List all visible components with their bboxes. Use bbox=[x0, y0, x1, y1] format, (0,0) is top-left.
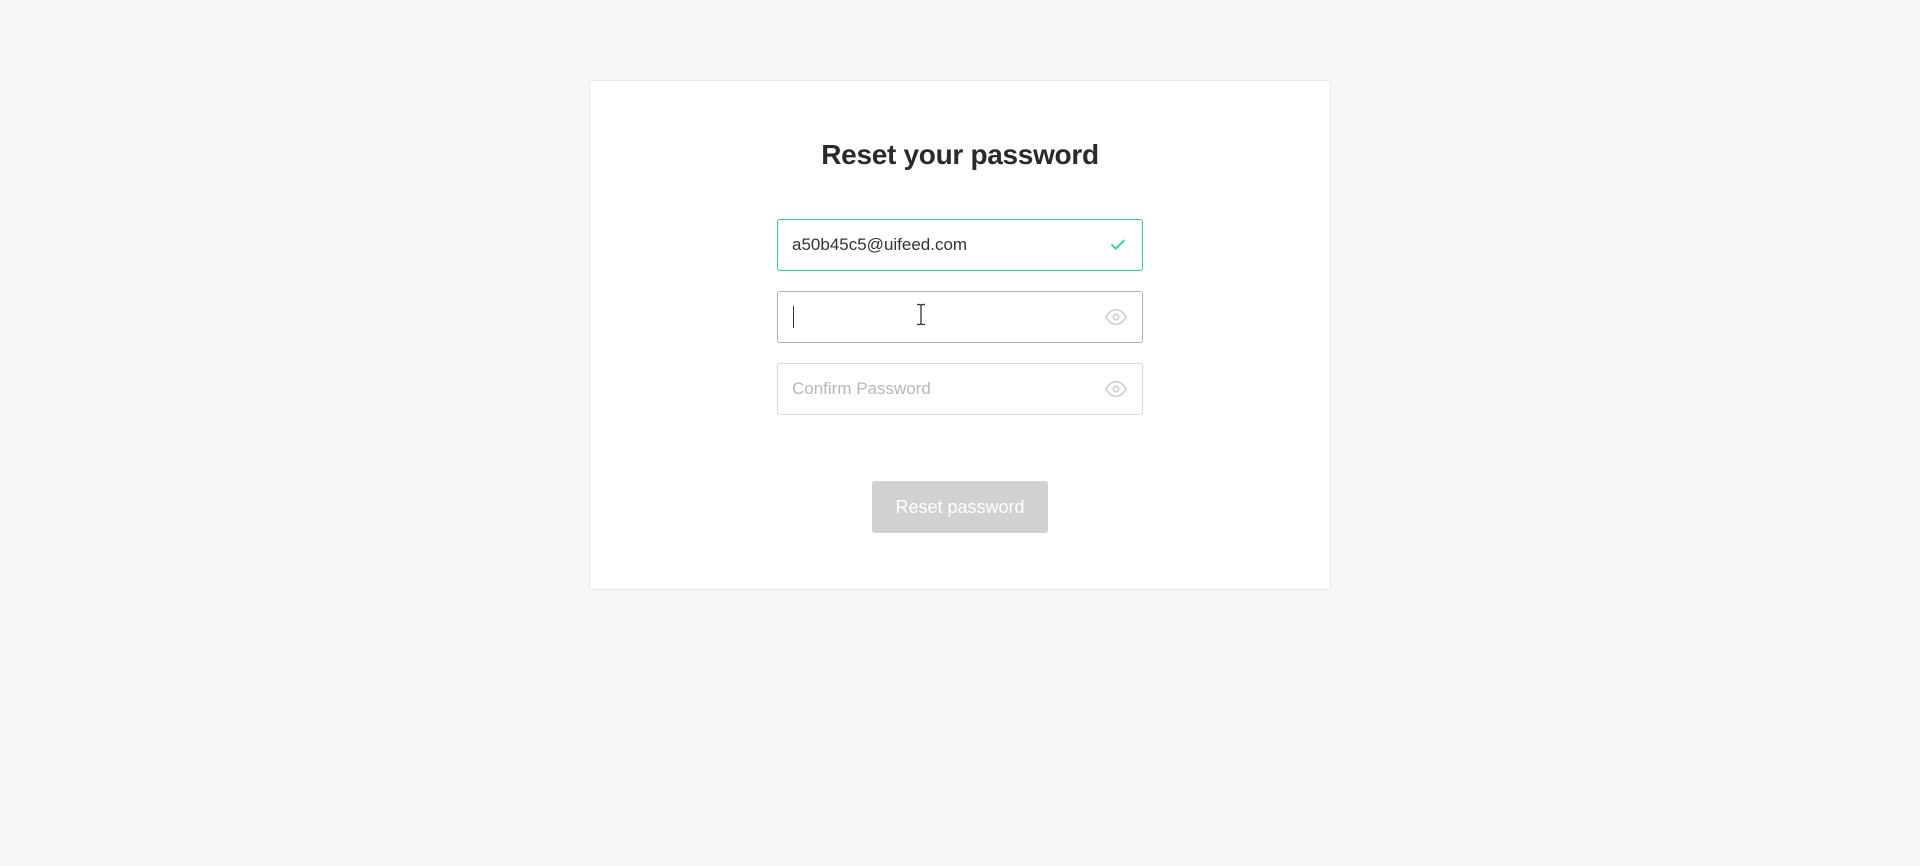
password-input[interactable] bbox=[777, 291, 1143, 343]
text-caret bbox=[793, 306, 794, 328]
page-title: Reset your password bbox=[821, 139, 1099, 171]
eye-icon[interactable] bbox=[1105, 378, 1127, 400]
password-input-wrapper bbox=[777, 291, 1143, 343]
reset-password-card: Reset your password bbox=[589, 80, 1331, 590]
eye-icon[interactable] bbox=[1105, 306, 1127, 328]
confirm-password-input-wrapper bbox=[777, 363, 1143, 415]
check-icon bbox=[1109, 236, 1127, 254]
reset-password-form: Reset password bbox=[777, 219, 1143, 533]
reset-password-button[interactable]: Reset password bbox=[872, 481, 1048, 533]
email-input[interactable] bbox=[777, 219, 1143, 271]
email-input-wrapper bbox=[777, 219, 1143, 271]
confirm-password-input[interactable] bbox=[777, 363, 1143, 415]
